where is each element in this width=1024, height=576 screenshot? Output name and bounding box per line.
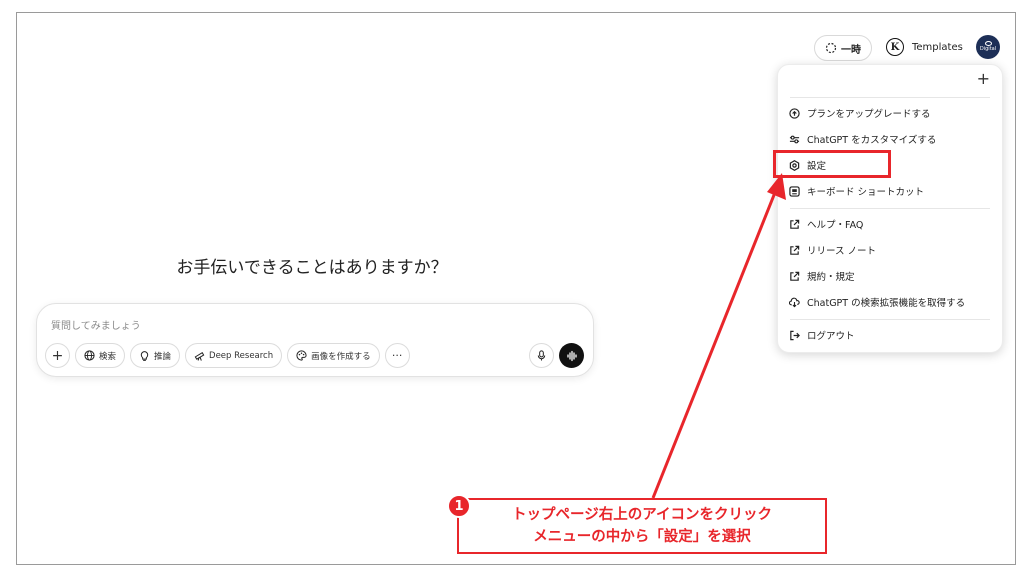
external-link-icon: [788, 270, 800, 282]
instruction-callout: トップページ右上のアイコンをクリック メニューの中から「設定」を選択: [457, 498, 827, 554]
step-number-badge: 1: [447, 494, 471, 518]
composer-toolbar: + 検索 推論 Deep Research 画像を作成する ···: [45, 343, 410, 368]
menu-item-keyboard-shortcuts[interactable]: キーボード ショートカット: [788, 180, 992, 202]
external-link-icon: [788, 244, 800, 256]
palette-icon: [296, 350, 307, 361]
menu-item-label: リリース ノート: [807, 246, 877, 257]
menu-item-label: ヘルプ・FAQ: [807, 220, 864, 231]
menu-divider: [790, 319, 990, 320]
menu-item-label: キーボード ショートカット: [807, 187, 925, 198]
waveform-icon: [566, 350, 577, 361]
temporary-chat-label: 一時: [841, 44, 861, 56]
search-label: 検索: [99, 351, 117, 362]
menu-divider: [790, 97, 990, 98]
lightbulb-icon: [140, 351, 149, 361]
menu-item-label: 規約・規定: [807, 272, 855, 283]
dashed-circle-icon: [825, 42, 837, 54]
upgrade-icon: [788, 107, 800, 119]
instruction-line-1: トップページ右上のアイコンをクリック: [512, 507, 772, 523]
menu-item-label: プランをアップグレードする: [807, 109, 931, 120]
menu-item-label: ChatGPT をカスタマイズする: [807, 135, 937, 146]
menu-item-search-extension[interactable]: ChatGPT の検索拡張機能を取得する: [788, 291, 992, 313]
menu-item-terms[interactable]: 規約・規定: [788, 265, 992, 287]
external-link-icon: [788, 218, 800, 230]
templates-button[interactable]: K Templates: [886, 36, 963, 58]
menu-divider: [790, 208, 990, 209]
menu-item-label: ログアウト: [807, 331, 855, 342]
voice-mode-button[interactable]: [559, 343, 584, 368]
settings-highlight-box: [773, 150, 891, 178]
keyboard-icon: [788, 185, 800, 197]
deep-research-label: Deep Research: [209, 350, 274, 361]
page-title: お手伝いできることはありますか？: [176, 258, 448, 278]
menu-item-release-notes[interactable]: リリース ノート: [788, 239, 992, 261]
download-cloud-icon: [788, 296, 800, 308]
instruction-line-2: メニューの中から「設定」を選択: [533, 529, 751, 545]
menu-item-customize[interactable]: ChatGPT をカスタマイズする: [788, 128, 992, 150]
menu-item-help-faq[interactable]: ヘルプ・FAQ: [788, 213, 992, 235]
deep-research-button[interactable]: Deep Research: [185, 343, 283, 368]
dictate-button[interactable]: [529, 343, 554, 368]
globe-icon: [84, 350, 95, 361]
menu-item-logout[interactable]: ログアウト: [788, 324, 992, 346]
menu-plus-button[interactable]: +: [977, 71, 990, 87]
menu-item-label: ChatGPT の検索拡張機能を取得する: [807, 298, 966, 309]
telescope-icon: [194, 352, 205, 361]
search-button[interactable]: 検索: [75, 343, 126, 368]
more-tools-button[interactable]: ···: [384, 343, 410, 368]
create-image-label: 画像を作成する: [311, 351, 371, 362]
sliders-icon: [788, 133, 800, 145]
k-logo-icon: K: [886, 38, 904, 56]
avatar[interactable]: Digital: [976, 35, 1000, 59]
prompt-composer[interactable]: 質問してみましょう + 検索 推論 Deep Research 画像を作成する …: [36, 303, 594, 377]
menu-item-upgrade[interactable]: プランをアップグレードする: [788, 102, 992, 124]
prompt-input[interactable]: 質問してみましょう: [51, 317, 141, 332]
templates-label: Templates: [912, 41, 963, 53]
reason-label: 推論: [154, 351, 172, 362]
temporary-chat-button[interactable]: 一時: [814, 35, 872, 61]
avatar-text: Digital: [979, 46, 997, 53]
account-menu: + プランをアップグレードする ChatGPT をカスタマイズする 設定 キーボ…: [777, 64, 1003, 353]
reason-button[interactable]: 推論: [130, 343, 181, 368]
microphone-icon: [537, 350, 546, 361]
logout-icon: [788, 329, 800, 341]
attach-button[interactable]: +: [45, 343, 70, 368]
create-image-button[interactable]: 画像を作成する: [287, 343, 380, 368]
